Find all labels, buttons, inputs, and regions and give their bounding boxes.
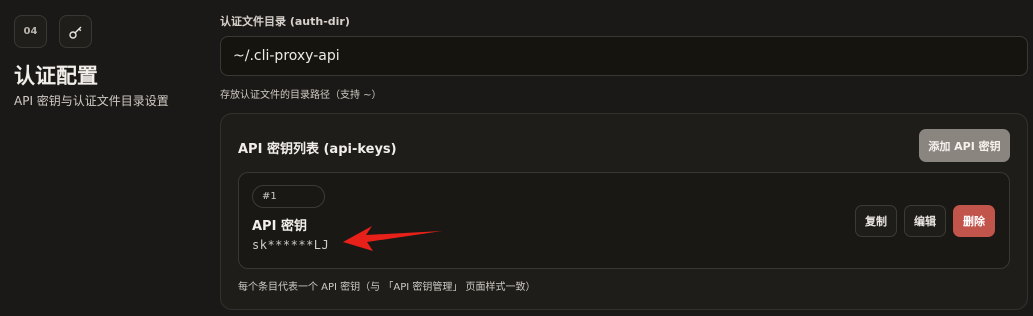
api-key-value: sk******LJ: [252, 238, 330, 252]
auth-dir-label: 认证文件目录 (auth-dir): [220, 15, 350, 28]
api-key-index: #1: [252, 185, 325, 208]
section-number-badge: 04: [14, 15, 47, 48]
auth-dir-hint: 存放认证文件的目录路径（支持 ~）: [220, 90, 382, 101]
add-api-key-button[interactable]: 添加 API 密钥: [919, 129, 1010, 162]
auth-dir-input[interactable]: [220, 36, 1028, 76]
section-description: API 密钥与认证文件目录设置: [14, 94, 169, 108]
api-keys-title: API 密钥列表 (api-keys): [238, 142, 397, 157]
api-keys-panel: API 密钥列表 (api-keys) 添加 API 密钥 #1 API 密钥 …: [220, 113, 1028, 310]
delete-button[interactable]: 删除: [953, 205, 995, 237]
key-icon: [68, 26, 81, 39]
copy-button[interactable]: 复制: [855, 205, 897, 237]
api-key-card: #1 API 密钥 sk******LJ 复制 编辑 删除: [238, 172, 1010, 269]
api-keys-footnote: 每个条目代表一个 API 密钥（与 「API 密钥管理」 页面样式一致）: [238, 282, 536, 293]
section-title: 认证配置: [14, 64, 98, 88]
key-badge: [59, 15, 92, 48]
api-key-label: API 密钥: [252, 219, 307, 234]
edit-button[interactable]: 编辑: [904, 205, 946, 237]
